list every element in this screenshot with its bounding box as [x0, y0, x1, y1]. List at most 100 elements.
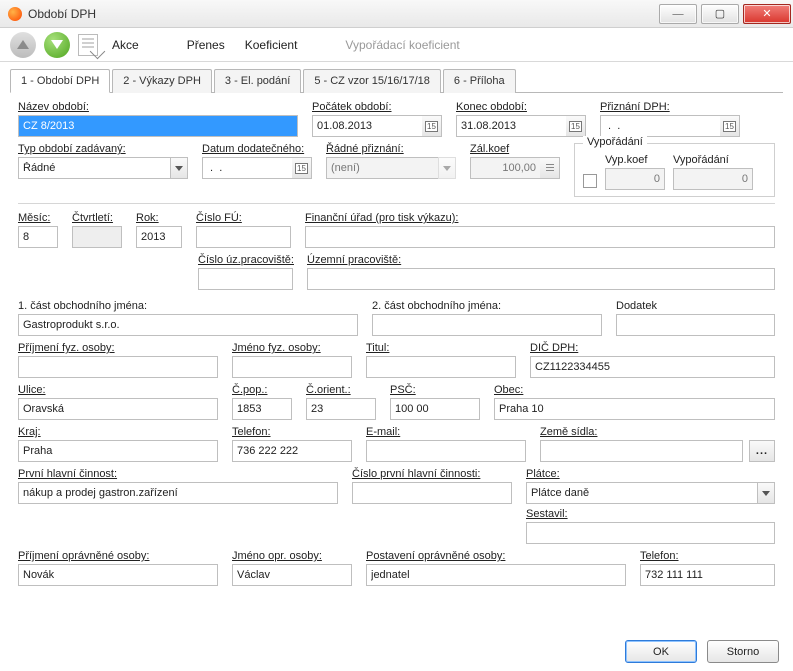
financni-urad-input[interactable] [305, 226, 775, 248]
jmeno-opr-input[interactable] [232, 564, 352, 586]
typ-obdobi-select[interactable] [18, 157, 170, 179]
app-icon [8, 7, 22, 21]
pocatek-obdobi-input[interactable] [312, 115, 422, 137]
telefon-input[interactable] [232, 440, 352, 462]
zalkoef-label: Zál.koef [470, 143, 560, 155]
zeme-sidla-input[interactable] [540, 440, 743, 462]
financni-urad-label: Finanční úřad (pro tisk výkazu): [305, 212, 775, 224]
datum-dodatecneho-label: Datum dodatečného: [202, 143, 312, 155]
nazev-obdobi-input[interactable] [18, 115, 298, 137]
prijmeni-fyz-input[interactable] [18, 356, 218, 378]
calendar-icon[interactable] [566, 115, 586, 137]
email-input[interactable] [366, 440, 526, 462]
vypkoef-input [605, 168, 665, 190]
ok-button[interactable]: OK [625, 640, 697, 663]
konec-obdobi-label: Konec období: [456, 101, 586, 113]
rok-input[interactable] [136, 226, 182, 248]
zalkoef-input [470, 157, 540, 179]
cast2-label: 2. část obchodního jména: [372, 300, 602, 312]
radne-priznani-select [326, 157, 438, 179]
chevron-down-icon[interactable] [757, 482, 775, 504]
kraj-input[interactable] [18, 440, 218, 462]
telefon-opr-label: Telefon: [640, 550, 775, 562]
dodatek-input[interactable] [616, 314, 775, 336]
prijmeni-opr-input[interactable] [18, 564, 218, 586]
tab-cz-vzor[interactable]: 5 - CZ vzor 15/16/17/18 [303, 69, 441, 93]
toolbar-prenes[interactable]: Přenes [181, 34, 231, 56]
storno-button[interactable]: Storno [707, 640, 779, 663]
zeme-picker-button[interactable]: ... [749, 440, 775, 462]
ulice-input[interactable] [18, 398, 218, 420]
titul-input[interactable] [366, 356, 516, 378]
platce-label: Plátce: [526, 468, 775, 480]
email-label: E-mail: [366, 426, 526, 438]
vyporadani-checkbox[interactable] [583, 174, 597, 188]
cislo-cinnost-input[interactable] [352, 482, 512, 504]
calendar-icon[interactable] [422, 115, 442, 137]
priznani-dph-input[interactable] [600, 115, 720, 137]
platce-select[interactable] [526, 482, 757, 504]
ctvrtleti-input [72, 226, 122, 248]
mesic-input[interactable] [18, 226, 58, 248]
close-button[interactable]: ✕ [743, 4, 791, 24]
obec-label: Obec: [494, 384, 775, 396]
nazev-obdobi-label: Název období: [18, 101, 298, 113]
uzemni-pracoviste-input[interactable] [307, 268, 775, 290]
tab-el-podani[interactable]: 3 - El. podání [214, 69, 301, 93]
dic-dph-input[interactable] [530, 356, 775, 378]
tab-obdobi-dph[interactable]: 1 - Období DPH [10, 69, 110, 93]
prvni-cinnost-label: První hlavní činnost: [18, 468, 338, 480]
cpop-input[interactable] [232, 398, 292, 420]
window-title: Období DPH [28, 7, 659, 21]
jmeno-fyz-input[interactable] [232, 356, 352, 378]
toolbar-vyporadaci-koeficient: Vypořádací koeficient [339, 34, 465, 56]
cast2-input[interactable] [372, 314, 602, 336]
tab-priloha[interactable]: 6 - Příloha [443, 69, 516, 93]
uzemni-pracoviste-label: Územní pracoviště: [307, 254, 775, 266]
prijmeni-fyz-label: Příjmení fyz. osoby: [18, 342, 218, 354]
datum-dodatecneho-input[interactable] [202, 157, 292, 179]
cislo-fu-label: Číslo FÚ: [196, 212, 291, 224]
toolbar-akce[interactable]: Akce [106, 34, 145, 56]
vyporadani-group: Vypořádání Vyp.koef Vypořádání [574, 143, 775, 197]
dodatek-label: Dodatek [616, 300, 775, 312]
zeme-sidla-label: Země sídla: [540, 426, 775, 438]
nav-up-button[interactable] [10, 32, 36, 58]
form-body: Název období: Počátek období: Konec obdo… [0, 93, 793, 598]
jmeno-opr-label: Jméno opr. osoby: [232, 550, 352, 562]
obec-input[interactable] [494, 398, 775, 420]
calendar-icon[interactable] [720, 115, 740, 137]
konec-obdobi-input[interactable] [456, 115, 566, 137]
psc-label: PSČ: [390, 384, 480, 396]
tab-vykazy-dph[interactable]: 2 - Výkazy DPH [112, 69, 212, 93]
titlebar: Období DPH — ▢ ✕ [0, 0, 793, 28]
chevron-down-icon [438, 157, 456, 179]
prvni-cinnost-input[interactable] [18, 482, 338, 504]
cislo-cinnost-label: Číslo první hlavní činnosti: [352, 468, 512, 480]
toolbar-koeficient[interactable]: Koeficient [239, 34, 304, 56]
cast1-input[interactable] [18, 314, 358, 336]
vyporadani-val-input [673, 168, 753, 190]
chevron-down-icon[interactable] [170, 157, 188, 179]
corient-input[interactable] [306, 398, 376, 420]
pocatek-obdobi-label: Počátek období: [312, 101, 442, 113]
minimize-button[interactable]: — [659, 4, 697, 24]
psc-input[interactable] [390, 398, 480, 420]
titul-label: Titul: [366, 342, 516, 354]
nav-down-button[interactable] [44, 32, 70, 58]
cislo-fu-input[interactable] [196, 226, 291, 248]
telefon-opr-input[interactable] [640, 564, 775, 586]
rok-label: Rok: [136, 212, 182, 224]
postaveni-opr-input[interactable] [366, 564, 626, 586]
cislo-uzpracoviste-input[interactable] [198, 268, 293, 290]
calendar-icon[interactable] [292, 157, 312, 179]
footer: OK Storno [625, 640, 779, 663]
toolbar: Akce Přenes Koeficient Vypořádací koefic… [0, 28, 793, 62]
postaveni-opr-label: Postavení oprávněné osoby: [366, 550, 626, 562]
sestavil-input[interactable] [526, 522, 775, 544]
maximize-button[interactable]: ▢ [701, 4, 739, 24]
tabs: 1 - Období DPH 2 - Výkazy DPH 3 - El. po… [10, 68, 783, 93]
document-icon[interactable] [78, 34, 98, 56]
typ-obdobi-label: Typ období zadávaný: [18, 143, 188, 155]
dic-dph-label: DIČ DPH: [530, 342, 775, 354]
